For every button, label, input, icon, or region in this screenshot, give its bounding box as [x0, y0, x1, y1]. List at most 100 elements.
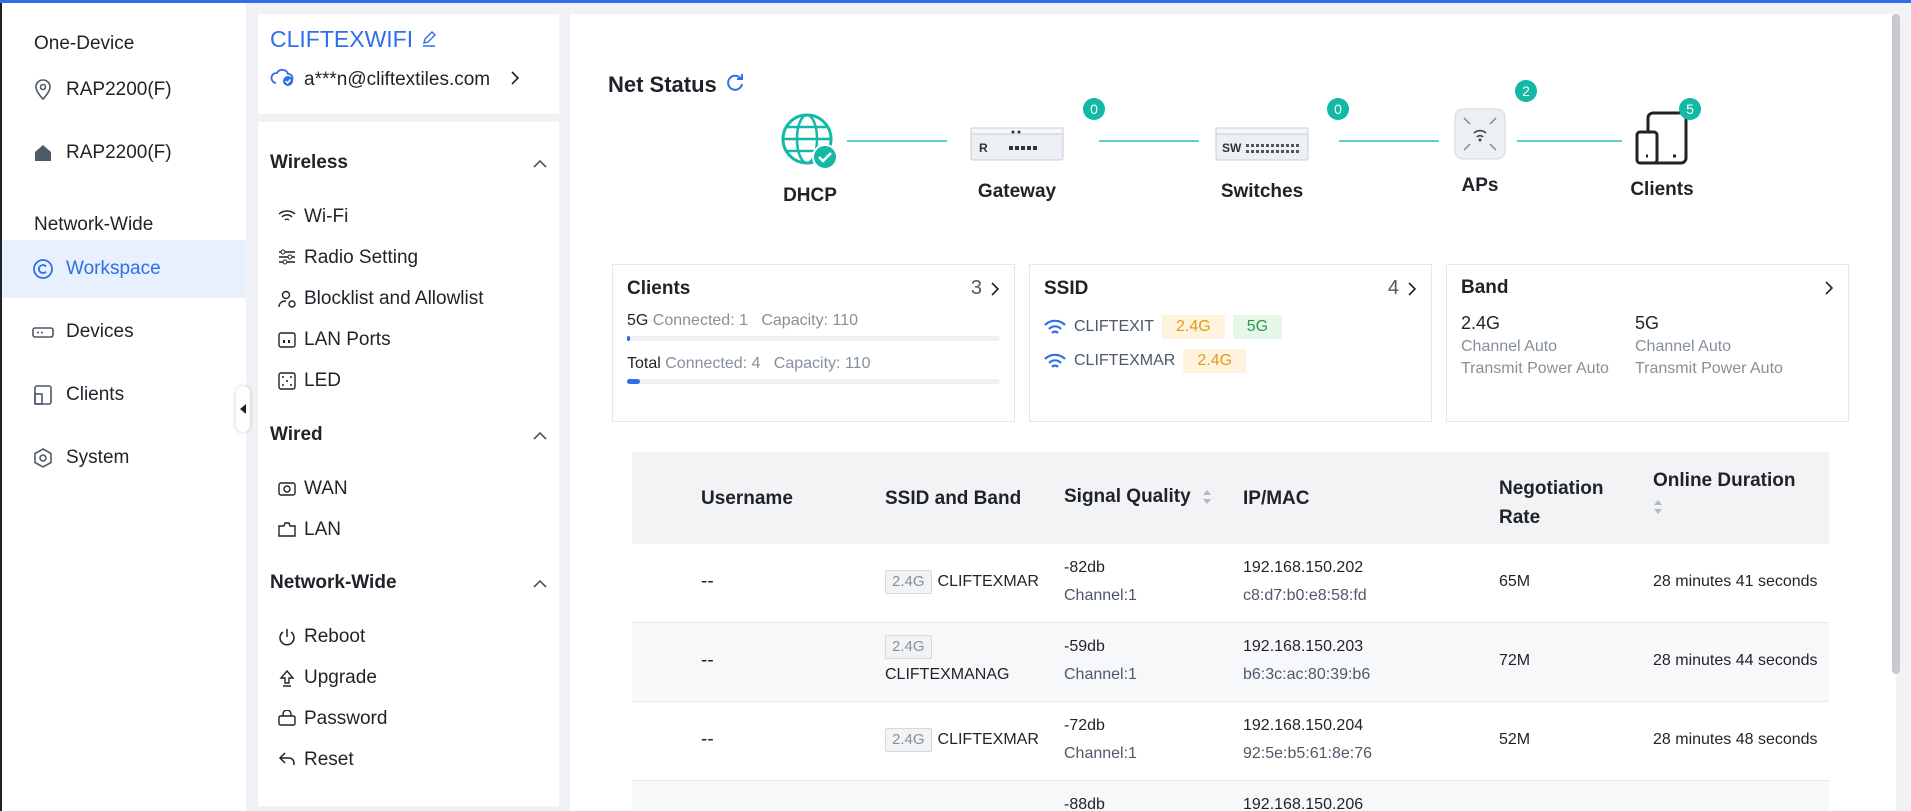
th-ssid-band[interactable]: SSID and Band [885, 488, 1021, 510]
band-tag-24g: 2.4G [1183, 349, 1247, 373]
th-username[interactable]: Username [701, 488, 793, 510]
topology-clients[interactable]: Clients [1612, 110, 1712, 201]
ssid-name: CLIFTEXIT [1074, 318, 1155, 335]
topology-switches[interactable]: SW Switches [1212, 114, 1312, 203]
router-device-icon: R [970, 127, 1064, 161]
menu-wan-label: WAN [304, 478, 348, 499]
progress-fill [627, 379, 640, 384]
th-rate-line2: Rate [1499, 507, 1541, 528]
clients-total-row: Total Connected: 4 Capacity: 110 [627, 355, 1000, 373]
th-rate[interactable]: Negotiation Rate [1499, 474, 1604, 532]
chevron-right-icon [1825, 281, 1834, 295]
caret-left-icon [240, 404, 246, 414]
cell-duration: 28 minutes 41 seconds [1653, 573, 1818, 590]
menu-lan-ports[interactable]: LAN Ports [278, 329, 391, 351]
ip-value: 192.168.150.202 [1243, 559, 1364, 576]
th-signal[interactable]: Signal Quality [1064, 486, 1212, 508]
switch-device-icon: SW [1215, 127, 1309, 161]
globe-icon [781, 113, 838, 170]
nav-workspace[interactable]: Workspace [2, 240, 246, 298]
edit-icon[interactable] [421, 26, 437, 53]
table-header: Username SSID and Band Signal Quality IP… [632, 452, 1829, 544]
switches-label: Switches [1220, 181, 1304, 202]
th-ipmac[interactable]: IP/MAC [1243, 488, 1310, 510]
aps-count-badge: 2 [1515, 80, 1537, 102]
nav-device-2-label: RAP2200(F) [66, 142, 172, 163]
led-icon [278, 372, 296, 390]
menu-reset-label: Reset [304, 749, 354, 770]
menu-blocklist[interactable]: Blocklist and Allowlist [278, 288, 484, 310]
band-name: 2.4G [1461, 313, 1501, 333]
nav-device-2[interactable]: RAP2200(F) [2, 124, 246, 182]
band-name: 5G [627, 312, 649, 329]
band-channel: Channel Auto [1635, 338, 1732, 355]
band-tag: 2.4G [885, 635, 932, 659]
cell-ssid-band: 2.4G CLIFTEXMANAG [885, 633, 1009, 689]
menu-radio-setting[interactable]: Radio Setting [278, 247, 418, 269]
clients-card[interactable]: Clients 3 5G Connected: 1 Capacity: 110 … [612, 264, 1015, 422]
connected-value: 4 [751, 355, 761, 372]
access-point-icon [1454, 108, 1506, 160]
aps-label: APs [1461, 175, 1499, 196]
cell-username: -- [701, 650, 714, 671]
group-wired-title: Wired [270, 424, 323, 445]
topology-gateway[interactable]: R Gateway [967, 114, 1067, 203]
collapse-sidebar-button[interactable] [236, 386, 250, 432]
group-wireless[interactable]: Wireless [270, 152, 547, 174]
menu-lan[interactable]: LAN [278, 519, 341, 541]
th-duration-label: Online Duration [1653, 470, 1796, 491]
nav-device-1[interactable]: RAP2200(F) [2, 61, 246, 119]
main-scrollbar[interactable] [1892, 14, 1900, 674]
chevron-up-icon [533, 431, 547, 440]
band-card-title: Band [1461, 277, 1509, 298]
band-name: 5G [1635, 313, 1660, 333]
menu-password[interactable]: Password [278, 708, 387, 730]
sort-icon[interactable] [1202, 488, 1212, 506]
ssid-name: CLIFTEXMAR [1074, 352, 1176, 369]
band-card[interactable]: Band 2.4G Channel Auto Transmit Power Au… [1446, 264, 1849, 422]
channel-value: Channel:1 [1064, 587, 1137, 604]
band-tag: 2.4G [885, 728, 932, 752]
nav-clients[interactable]: Clients [2, 366, 246, 424]
topology-link [847, 140, 947, 142]
gateway-label: Gateway [977, 181, 1057, 202]
menu-radio-setting-label: Radio Setting [304, 247, 419, 268]
cell-rate: 72M [1499, 652, 1531, 669]
ssid-text: CLIFTEXMAR [937, 573, 1039, 590]
th-rate-line1: Negotiation [1499, 478, 1604, 499]
topology-aps[interactable]: APs [1450, 106, 1510, 197]
group-wired[interactable]: Wired [270, 424, 547, 446]
table-row[interactable]: -- 2.4G CLIFTEXMAR -82db Channel:1 192.16… [632, 544, 1829, 623]
ssid-row: CLIFTEXMAR 2.4G [1044, 344, 1417, 378]
menu-blocklist-label: Blocklist and Allowlist [304, 288, 484, 309]
band-name: Total [627, 355, 661, 372]
cell-username: -- [701, 571, 714, 592]
menu-wifi[interactable]: Wi-Fi [278, 206, 348, 228]
clients-devices-icon [1635, 111, 1688, 165]
band-power: Transmit Power Auto [1635, 360, 1783, 377]
menu-upgrade[interactable]: Upgrade [278, 667, 377, 689]
menu-led[interactable]: LED [278, 370, 341, 392]
table-row[interactable]: -- 2.4G CLIFTEXMANAG -59db Channel:1 192… [632, 623, 1829, 702]
menu-reset[interactable]: Reset [278, 749, 354, 771]
clients-card-title: Clients [627, 277, 691, 299]
clients-table: Username SSID and Band Signal Quality IP… [632, 452, 1829, 811]
ssid-card[interactable]: SSID 4 CLIFTEXIT 2.4G 5G CLIFTEXMAR 2.4G [1029, 264, 1432, 422]
th-duration[interactable]: Online Duration [1653, 470, 1796, 516]
table-row[interactable]: -- 2.4G CLIFTEXMAR -72db Channel:1 192.16… [632, 702, 1829, 781]
topology-dhcp[interactable]: DHCP [770, 112, 850, 207]
menu-reboot[interactable]: Reboot [278, 626, 365, 648]
refresh-icon[interactable] [725, 72, 745, 98]
group-network-wide[interactable]: Network-Wide [270, 572, 547, 594]
account-row[interactable]: a***n@cliftextiles.com [270, 67, 547, 93]
band-power: Transmit Power Auto [1461, 360, 1609, 377]
lan-icon [278, 521, 296, 539]
cell-rate: 52M [1499, 731, 1531, 748]
table-row[interactable]: -88db 192.168.150.206 [632, 781, 1829, 811]
menu-wan[interactable]: WAN [278, 478, 348, 500]
nav-workspace-label: Workspace [66, 258, 161, 279]
sort-icon[interactable] [1653, 498, 1663, 516]
nav-devices[interactable]: Devices [2, 303, 246, 361]
nav-system[interactable]: System [2, 429, 246, 487]
top-accent-line [0, 0, 1911, 3]
